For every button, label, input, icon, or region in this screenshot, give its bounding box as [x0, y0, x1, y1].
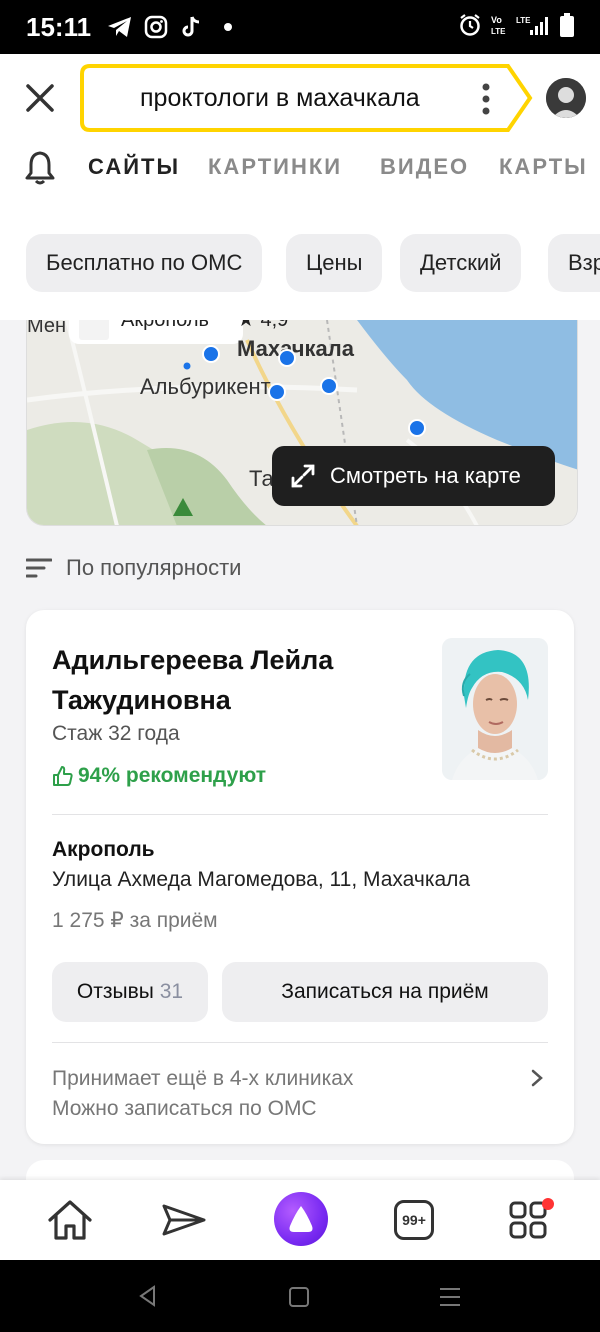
sort-icon: [26, 558, 52, 578]
home-square-icon[interactable]: [288, 1286, 310, 1308]
expand-icon: [291, 464, 315, 488]
filter-kids-chip[interactable]: Детский: [400, 234, 522, 292]
svg-text:Vo: Vo: [491, 15, 502, 25]
notification-dot: [542, 1198, 554, 1210]
reviews-button[interactable]: Отзывы 31: [52, 962, 208, 1022]
home-button[interactable]: [44, 1194, 96, 1246]
sort-label: По популярности: [66, 555, 242, 580]
lte-signal-icon: LTE: [516, 14, 552, 41]
bell-icon[interactable]: [24, 150, 56, 186]
map-pin[interactable]: [408, 419, 426, 437]
filter-prices-chip[interactable]: Цены: [286, 234, 383, 292]
home-icon: [48, 1200, 92, 1240]
map-pin[interactable]: [268, 383, 286, 401]
svg-text:LTE: LTE: [491, 27, 506, 36]
doctor-experience: Стаж 32 года: [52, 722, 180, 745]
map-pin[interactable]: [202, 345, 220, 363]
filter-adult-chip[interactable]: Взрослый: [548, 234, 600, 292]
card-divider: [52, 814, 548, 815]
volte-icon: Vo LTE: [490, 14, 508, 41]
chevron-right-icon[interactable]: [530, 1068, 544, 1088]
clinic-address: Улица Ахмеда Магомедова, 11, Махачкала: [52, 868, 471, 891]
status-bar: 15:11 Vo LTE LTE: [0, 0, 600, 54]
user-avatar-icon: [546, 78, 586, 118]
more-clinics-text: Принимает ещё в 4-х клиниках: [52, 1067, 354, 1090]
dot-icon: [213, 12, 243, 42]
bottom-nav: 99+: [0, 1180, 600, 1260]
send-button[interactable]: [158, 1194, 210, 1246]
tiktok-icon: [177, 12, 207, 42]
map-pin[interactable]: [320, 377, 338, 395]
clinic-name[interactable]: Акрополь: [52, 838, 155, 862]
search-input[interactable]: проктологи в махачкала: [80, 64, 533, 132]
search-header: проктологи в махачкала САЙТЫ КАРТИНКИ ВИ…: [0, 54, 600, 208]
oms-note: Можно записаться по ОМС: [52, 1097, 317, 1120]
instagram-icon: [141, 12, 171, 42]
avatar[interactable]: [546, 78, 586, 118]
doctor-photo[interactable]: [442, 638, 548, 780]
map-clinic-rating: ★ 4,9: [237, 320, 288, 331]
filter-oms-chip[interactable]: Бесплатно по ОМС: [26, 234, 263, 292]
map-pin-small[interactable]: [183, 362, 191, 370]
map-label-ta: Та: [249, 466, 274, 491]
tabs-button[interactable]: 99+: [388, 1194, 440, 1246]
sort-selector[interactable]: По популярности: [26, 552, 241, 584]
visit-price: 1 275 ₽ за приём: [52, 909, 218, 932]
status-time: 15:11: [26, 11, 92, 42]
recents-icon[interactable]: [438, 1286, 462, 1308]
battery-icon: [560, 12, 574, 42]
book-appointment-label: Записаться на приём: [281, 980, 489, 1003]
reviews-label: Отзывы: [76, 980, 154, 1003]
doctor-recommend: 94% рекомендуют: [52, 764, 266, 788]
tab-maps[interactable]: КАРТЫ: [499, 154, 588, 180]
reviews-count: 31: [159, 980, 184, 1003]
doctor-name[interactable]: Адильгереева Лейла Тажудиновна: [52, 640, 392, 720]
open-map-button[interactable]: Смотреть на карте: [272, 446, 555, 506]
tabs-count-icon: 99+: [394, 1200, 434, 1240]
doctor-recommend-text: 94% рекомендуют: [78, 764, 267, 787]
tab-video[interactable]: ВИДЕО: [380, 154, 469, 180]
system-nav-bar: [0, 1260, 600, 1332]
filter-chips: Бесплатно по ОМС Цены Детский Взрослый: [0, 208, 600, 320]
alarm-icon: [458, 13, 482, 42]
more-clinics-link[interactable]: Принимает ещё в 4-х клиниках Можно запис…: [52, 1064, 353, 1124]
search-query[interactable]: проктологи в махачкала: [140, 64, 480, 132]
tab-sites[interactable]: САЙТЫ: [88, 154, 180, 180]
alice-button[interactable]: [274, 1192, 328, 1246]
tab-images[interactable]: КАРТИНКИ: [208, 154, 342, 180]
doctor-card[interactable]: Адильгереева Лейла Тажудиновна Стаж 32 г…: [26, 610, 574, 1144]
close-button[interactable]: [22, 80, 58, 116]
telegram-icon: [105, 12, 135, 42]
thumbs-up-icon: [53, 766, 73, 786]
map-pin[interactable]: [278, 349, 296, 367]
map-label-alburikent: Альбурикент: [140, 374, 271, 399]
back-icon[interactable]: [136, 1284, 160, 1308]
close-icon: [26, 84, 54, 112]
alice-icon: [289, 1206, 313, 1232]
send-icon: [162, 1204, 206, 1236]
more-options-icon[interactable]: [478, 82, 494, 116]
svg-text:LTE: LTE: [516, 16, 531, 25]
book-appointment-button[interactable]: Записаться на приём: [222, 962, 548, 1022]
open-map-label: Смотреть на карте: [330, 463, 521, 488]
map-clinic-name: Акрополь: [121, 320, 209, 331]
map-label-men: Мен: [27, 320, 66, 337]
card-divider: [52, 1042, 548, 1043]
